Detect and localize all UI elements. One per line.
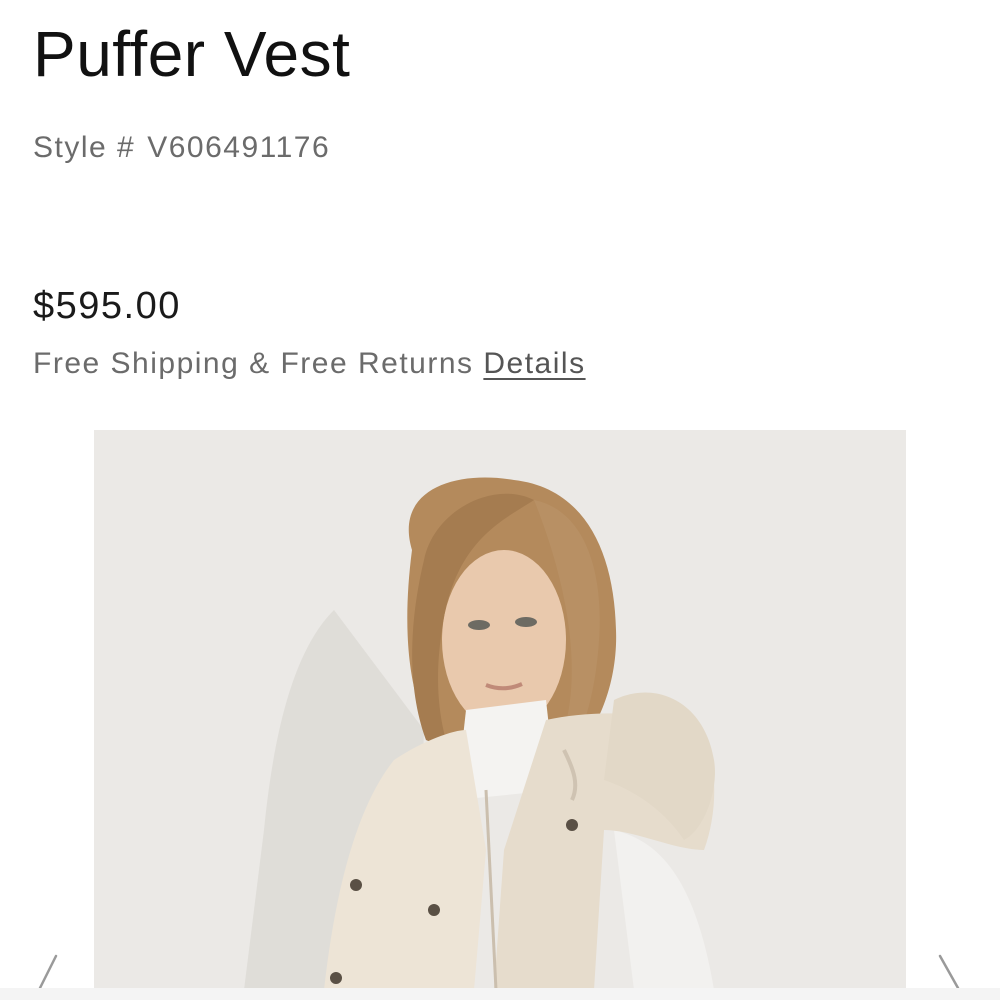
gallery-prev-button[interactable] [34, 954, 64, 990]
chevron-right-icon [938, 954, 960, 990]
style-number: Style # V606491176 [33, 130, 330, 166]
product-photo-illustration [94, 430, 906, 990]
gallery-next-button[interactable] [934, 954, 964, 990]
bottom-bar [0, 988, 1000, 1000]
shipping-text: Free Shipping & Free Returns [33, 347, 474, 380]
product-image[interactable] [94, 430, 906, 990]
style-number-value: V606491176 [147, 131, 331, 164]
style-label: Style # [33, 131, 136, 164]
shipping-info: Free Shipping & Free Returns Details [33, 346, 586, 382]
shipping-details-link[interactable]: Details [483, 347, 585, 380]
product-title: Puffer Vest [33, 18, 351, 90]
product-price: $595.00 [33, 285, 181, 327]
chevron-left-icon [38, 954, 58, 990]
